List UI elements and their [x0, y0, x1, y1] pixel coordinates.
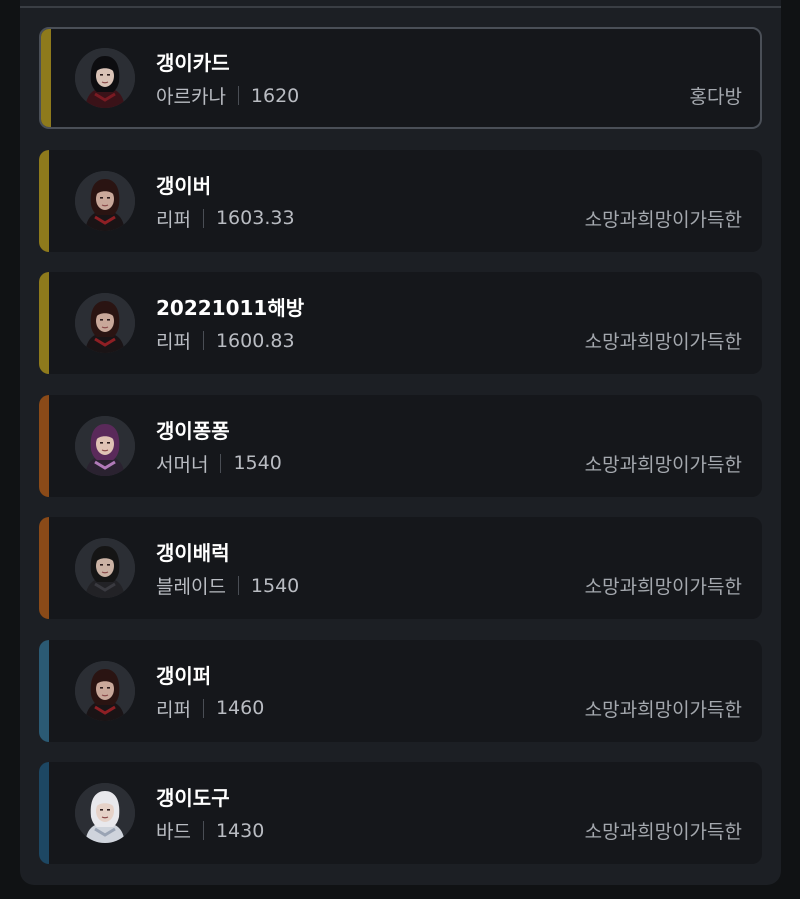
guild-name: 소망과희망이가득한: [584, 821, 742, 843]
meta-divider: [237, 576, 239, 595]
avatar: [75, 48, 135, 108]
character-name: 갱이도구: [156, 786, 230, 810]
bard-portrait-icon: [75, 783, 135, 843]
meta-divider: [202, 331, 204, 350]
item-level: 1430: [215, 819, 265, 842]
meta-divider: [202, 821, 204, 840]
item-level: 1460: [215, 697, 265, 719]
guild-name: 소망과희망이가득한: [584, 453, 742, 476]
character-card[interactable]: 갱이배럭 블레이드 1540 소망과희망이가득한: [39, 517, 762, 619]
character-meta: 리퍼 1460: [156, 695, 264, 722]
avatar: [75, 783, 135, 843]
character-card[interactable]: 20221011해방 리퍼 1600.83 소망과희망이가득한: [39, 272, 762, 374]
meta-divider: [220, 453, 222, 473]
character-class: 리퍼: [156, 698, 191, 721]
item-level: 1620: [250, 84, 300, 107]
summoner-portrait-icon: [75, 415, 135, 476]
character-card[interactable]: 갱이퍼 리퍼 1460 소망과희망이가득한: [39, 639, 762, 742]
item-level: 1603.33: [215, 207, 295, 229]
tier-bar: [39, 517, 55, 619]
tier-bar: [39, 149, 55, 252]
character-name: 갱이퐁퐁: [156, 418, 230, 443]
character-card[interactable]: 갱이버 리퍼 1603.33 소망과희망이가득한: [39, 149, 762, 252]
avatar: [75, 293, 135, 353]
tier-bar: [39, 394, 55, 497]
guild-name: 소망과희망이가득한: [584, 331, 742, 353]
character-class: 바드: [156, 821, 191, 843]
character-meta: 블레이드 1540: [156, 572, 299, 599]
character-card[interactable]: 갱이퐁퐁 서머너 1540 소망과희망이가득한: [39, 394, 762, 497]
character-list: 갱이카드 아르카나 1620 홍다방 갱이버 리퍼 1603.33 소망과희망이…: [39, 27, 762, 885]
character-class: 리퍼: [156, 208, 191, 231]
character-meta: 바드 1430: [156, 817, 264, 844]
character-name: 갱이배럭: [156, 541, 230, 565]
character-name: 갱이카드: [156, 51, 230, 75]
meta-divider: [237, 86, 239, 105]
character-meta: 서머너 1540: [156, 450, 282, 477]
guild-name: 소망과희망이가득한: [584, 698, 742, 721]
character-name: 갱이버: [156, 173, 212, 198]
character-card[interactable]: 갱이카드 아르카나 1620 홍다방: [39, 27, 762, 129]
meta-divider: [202, 208, 204, 228]
character-class: 블레이드: [156, 576, 226, 598]
tier-bar: [39, 639, 55, 742]
character-card[interactable]: 갱이도구 바드 1430 소망과희망이가득한: [39, 762, 762, 864]
tier-bar: [39, 762, 55, 864]
guild-name: 소망과희망이가득한: [584, 576, 742, 598]
item-level: 1540: [233, 452, 282, 474]
character-class: 아르카나: [156, 86, 226, 108]
guild-name: 홍다방: [689, 86, 742, 108]
tier-bar: [41, 29, 57, 127]
character-name: 갱이퍼: [156, 663, 212, 688]
item-level: 1600.83: [215, 329, 295, 352]
character-meta: 리퍼 1600.83: [156, 327, 295, 354]
reaper-portrait-icon: [75, 293, 135, 353]
reaper-portrait-icon: [75, 170, 135, 231]
avatar: [75, 660, 135, 721]
meta-divider: [202, 698, 204, 718]
avatar: [75, 415, 135, 476]
tier-bar: [39, 272, 55, 374]
guild-name: 소망과희망이가득한: [584, 208, 742, 231]
reaper-portrait-icon: [75, 660, 135, 721]
character-class: 리퍼: [156, 331, 191, 353]
arcana-portrait-icon: [75, 48, 135, 108]
character-class: 서머너: [156, 453, 209, 476]
panel-divider: [20, 6, 781, 8]
avatar: [75, 170, 135, 231]
avatar: [75, 538, 135, 598]
character-name: 20221011해방: [156, 296, 305, 320]
character-meta: 리퍼 1603.33: [156, 205, 295, 232]
blade-portrait-icon: [75, 538, 135, 598]
item-level: 1540: [250, 574, 300, 597]
character-meta: 아르카나 1620: [156, 82, 299, 109]
